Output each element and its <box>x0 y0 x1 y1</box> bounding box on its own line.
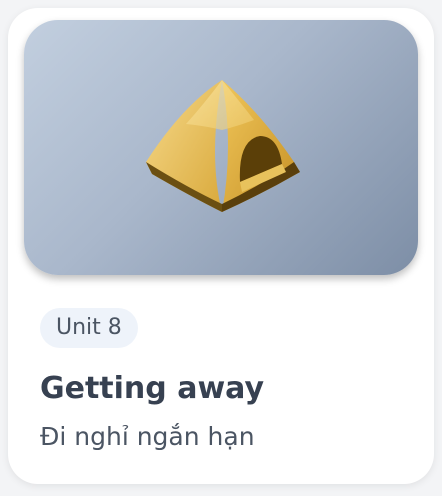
unit-hero-image <box>24 20 418 275</box>
tent-icon <box>146 80 300 212</box>
unit-badge: Unit 8 <box>40 308 138 348</box>
unit-title: Getting away <box>40 371 265 406</box>
unit-card[interactable]: Unit 8 Getting away Đi nghỉ ngắn hạn <box>8 8 434 484</box>
unit-subtitle: Đi nghỉ ngắn hạn <box>40 422 255 451</box>
